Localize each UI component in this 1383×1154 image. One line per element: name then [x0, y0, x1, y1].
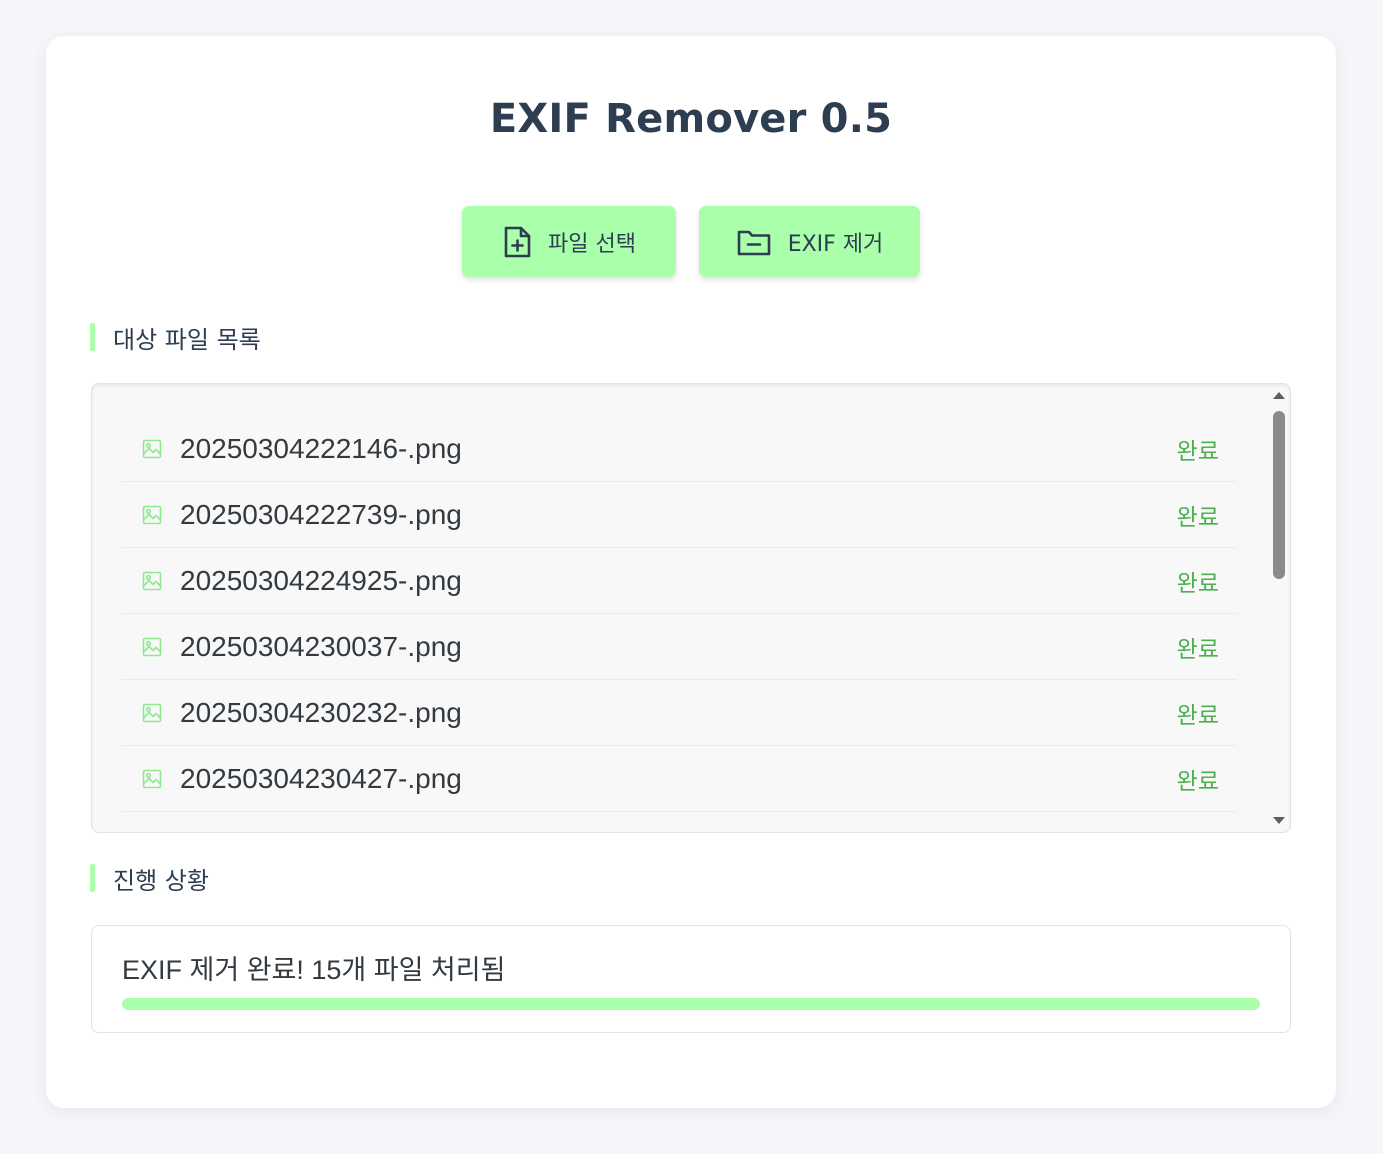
- file-status: 완료: [1176, 636, 1219, 663]
- file-row[interactable]: 20250304230037-.png 완료: [122, 614, 1237, 680]
- folder-minus-icon: [736, 227, 772, 257]
- file-name: 20250304222146-.png: [180, 432, 462, 464]
- file-list-heading: 대상 파일 목록: [90, 323, 261, 354]
- select-files-label: 파일 선택: [548, 231, 636, 257]
- progress-panel: EXIF 제거 완료! 15개 파일 처리됨: [91, 925, 1291, 1033]
- progress-bar-fill: [122, 998, 1260, 1010]
- heading-accent-bar: [90, 864, 95, 892]
- file-name: 20250304224925-.png: [180, 564, 462, 596]
- remove-exif-label: EXIF 제거: [787, 231, 884, 257]
- progress-bar: [122, 998, 1260, 1010]
- file-list-panel[interactable]: 20250304222146-.png 완료 20250304222739-.png…: [91, 383, 1291, 833]
- file-plus-icon: [502, 225, 532, 259]
- file-row[interactable]: 20250304230427-.png 완료: [122, 746, 1237, 812]
- file-status: 완료: [1176, 438, 1219, 465]
- scroll-thumb[interactable]: [1273, 411, 1285, 579]
- image-file-icon: [142, 637, 162, 657]
- image-file-icon: [142, 505, 162, 525]
- select-files-button[interactable]: 파일 선택: [462, 206, 676, 277]
- scroll-down-arrow-icon[interactable]: [1273, 817, 1285, 824]
- heading-accent-bar: [90, 323, 95, 351]
- file-list-scrollbar[interactable]: [1268, 384, 1290, 832]
- file-list: 20250304222146-.png 완료 20250304222739-.png…: [122, 416, 1237, 812]
- file-name: 20250304230037-.png: [180, 630, 462, 662]
- image-file-icon: [142, 703, 162, 723]
- file-status: 완료: [1176, 570, 1219, 597]
- scroll-up-arrow-icon[interactable]: [1273, 392, 1285, 399]
- file-row[interactable]: 20250304222146-.png 완료: [122, 416, 1237, 482]
- file-name: 20250304222739-.png: [180, 498, 462, 530]
- progress-heading: 진행 상황: [90, 864, 209, 895]
- file-row[interactable]: 20250304222739-.png 완료: [122, 482, 1237, 548]
- file-name: 20250304230427-.png: [180, 762, 462, 794]
- file-name: 20250304230232-.png: [180, 696, 462, 728]
- file-status: 완료: [1176, 504, 1219, 531]
- file-list-heading-text: 대상 파일 목록: [113, 325, 261, 354]
- progress-heading-text: 진행 상황: [113, 866, 209, 895]
- app-title: EXIF Remover 0.5: [489, 96, 893, 142]
- image-file-icon: [142, 571, 162, 591]
- main-card: EXIF Remover 0.5 파일 선택 EXIF 제거 대상 파일 목록 …: [46, 36, 1336, 1108]
- progress-message: EXIF 제거 완료! 15개 파일 처리됨: [122, 955, 506, 985]
- file-status: 완료: [1176, 768, 1219, 795]
- file-row[interactable]: 20250304224925-.png 완료: [122, 548, 1237, 614]
- image-file-icon: [142, 439, 162, 459]
- remove-exif-button[interactable]: EXIF 제거: [699, 206, 920, 277]
- file-row[interactable]: 20250304230232-.png 완료: [122, 680, 1237, 746]
- file-status: 완료: [1176, 702, 1219, 729]
- image-file-icon: [142, 769, 162, 789]
